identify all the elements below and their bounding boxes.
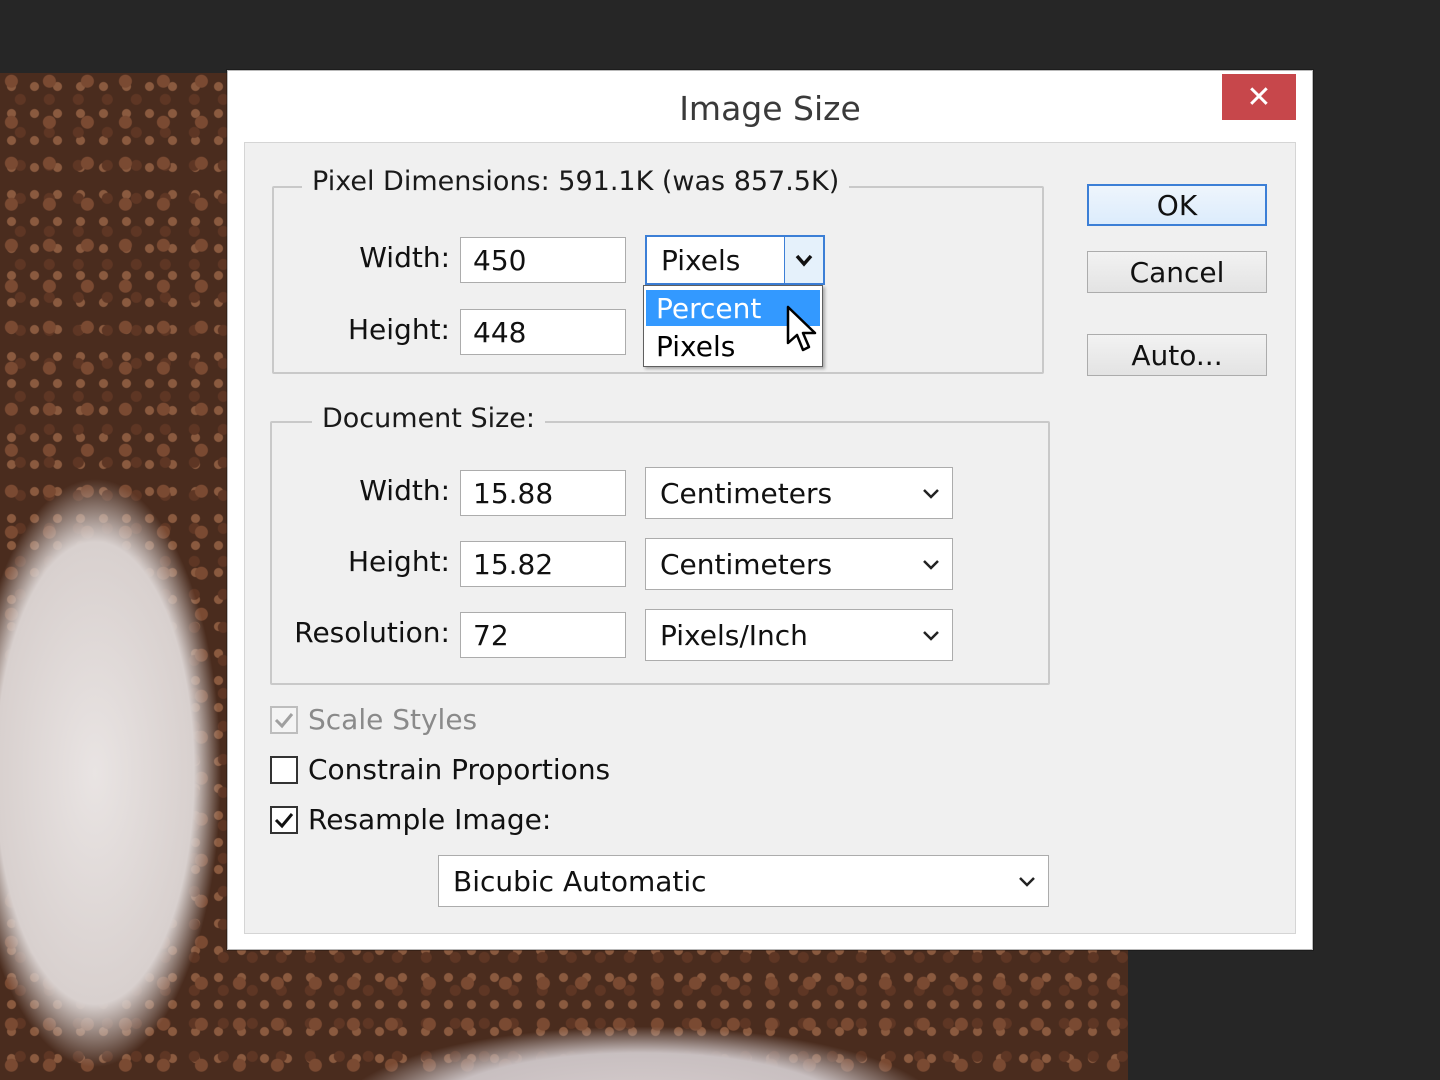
close-button[interactable]: ✕ xyxy=(1222,74,1296,120)
pixel-unit-dropdown-arrow[interactable] xyxy=(784,237,823,283)
constrain-proportions-checkbox[interactable]: Constrain Proportions xyxy=(270,753,610,786)
scale-styles-box xyxy=(270,705,298,734)
scale-styles-checkbox[interactable]: Scale Styles xyxy=(270,703,477,736)
pixel-unit-select[interactable]: Pixels xyxy=(645,235,825,285)
resample-image-label: Resample Image: xyxy=(308,803,552,836)
doc-width-unit-value: Centimeters xyxy=(660,476,833,510)
check-icon xyxy=(274,712,294,728)
check-icon xyxy=(274,812,294,828)
resolution-unit-value: Pixels/Inch xyxy=(660,618,808,652)
chevron-down-icon xyxy=(795,254,813,267)
chevron-down-icon xyxy=(923,489,939,499)
doc-height-unit-select[interactable]: Centimeters xyxy=(645,538,953,590)
resample-image-checkbox[interactable]: Resample Image: xyxy=(270,803,551,836)
constrain-proportions-box xyxy=(270,755,298,784)
doc-width-input[interactable]: 15.88 xyxy=(460,470,626,516)
resolution-label: Resolution: xyxy=(294,616,450,649)
constrain-proportions-label: Constrain Proportions xyxy=(308,753,611,786)
resample-method-select[interactable]: Bicubic Automatic xyxy=(438,855,1049,907)
image-size-dialog: Image Size ✕ Pixel Dimensions: 591.1K (w… xyxy=(227,70,1313,950)
pixel-width-input[interactable]: 450 xyxy=(460,237,626,283)
dialog-title: Image Size xyxy=(679,89,861,128)
cancel-button[interactable]: Cancel xyxy=(1087,251,1267,293)
chevron-down-icon xyxy=(923,631,939,641)
resample-method-value: Bicubic Automatic xyxy=(453,864,707,898)
pixel-unit-value: Pixels xyxy=(661,243,741,277)
chevron-down-icon xyxy=(1019,877,1035,887)
resample-image-box xyxy=(270,805,298,834)
auto-button[interactable]: Auto... xyxy=(1087,334,1267,376)
document-size-legend: Document Size: xyxy=(312,403,545,434)
doc-height-label: Height: xyxy=(348,545,450,578)
doc-width-label: Width: xyxy=(359,474,450,507)
scale-styles-label: Scale Styles xyxy=(308,703,478,736)
doc-width-unit-select[interactable]: Centimeters xyxy=(645,467,953,519)
pixel-dimensions-legend: Pixel Dimensions: 591.1K (was 857.5K) xyxy=(302,166,850,197)
doc-height-unit-value: Centimeters xyxy=(660,547,833,581)
pixel-height-input[interactable]: 448 xyxy=(460,309,626,355)
close-icon: ✕ xyxy=(1246,79,1272,115)
mouse-cursor-icon xyxy=(786,305,817,352)
resolution-input[interactable]: 72 xyxy=(460,612,626,658)
doc-height-input[interactable]: 15.82 xyxy=(460,541,626,587)
chevron-down-icon xyxy=(923,560,939,570)
pixel-height-label: Height: xyxy=(348,313,450,346)
ok-button[interactable]: OK xyxy=(1087,184,1267,226)
dialog-body: Pixel Dimensions: 591.1K (was 857.5K) Wi… xyxy=(244,142,1296,934)
resolution-unit-select[interactable]: Pixels/Inch xyxy=(645,609,953,661)
pixel-width-label: Width: xyxy=(359,241,450,274)
